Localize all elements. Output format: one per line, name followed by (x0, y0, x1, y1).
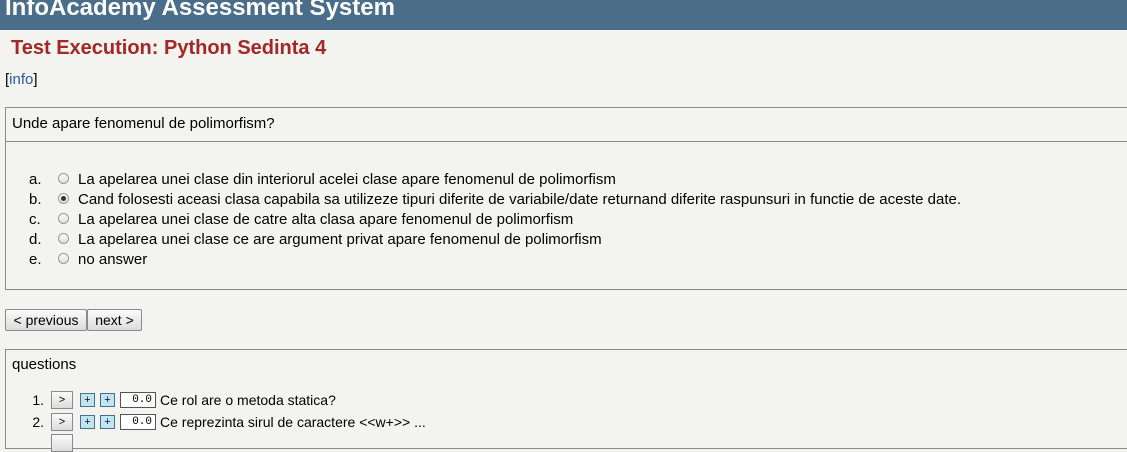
question-list-item: 2. > + + 0.0 Ce reprezinta sirul de cara… (6, 413, 606, 431)
radio-button-b[interactable] (58, 193, 69, 204)
answer-text: La apelarea unei clase din interiorul ac… (78, 171, 616, 188)
answer-text: La apelarea unei clase ce are argument p… (78, 231, 602, 248)
next-button[interactable]: next > (87, 309, 142, 331)
info-link[interactable]: info (9, 71, 33, 88)
plus-icon[interactable]: + (100, 415, 115, 429)
question-list-item (6, 434, 606, 452)
plus-icon[interactable]: + (80, 393, 95, 407)
answer-letter: d. (29, 231, 42, 248)
page-title: Test Execution: Python Sedinta 4 (11, 37, 327, 59)
question-number: 1. (32, 392, 44, 408)
question-number: 2. (32, 414, 44, 430)
question-list-item: 1. > + + 0.0 Ce rol are o metoda statica… (6, 391, 606, 409)
app-header: InfoAcademy Assessment System (0, 0, 1127, 30)
go-to-question-button[interactable]: > (51, 413, 73, 431)
info-line: [info] (5, 71, 38, 88)
answer-letter: b. (29, 191, 42, 208)
radio-button-c[interactable] (58, 213, 69, 224)
question-panel: Unde apare fenomenul de polimorfism? a. … (5, 107, 1127, 290)
question-title: Ce rol are o metoda statica? (160, 392, 336, 408)
radio-button-d[interactable] (58, 233, 69, 244)
app-title: InfoAcademy Assessment System (5, 0, 395, 21)
question-text: Unde apare fenomenul de polimorfism? (12, 115, 275, 132)
answer-letter: c. (29, 211, 41, 228)
radio-button-e[interactable] (58, 253, 69, 264)
question-score: 0.0 (120, 392, 156, 408)
info-bracket-close: ] (33, 71, 38, 88)
answer-letter: e. (29, 251, 42, 268)
plus-icon[interactable]: + (100, 393, 115, 407)
questions-panel-title: questions (12, 356, 77, 373)
answer-letter: a. (29, 171, 42, 188)
questions-panel: questions 1. > + + 0.0 Ce rol are o meto… (5, 349, 1127, 452)
go-to-question-button[interactable]: > (51, 391, 73, 409)
previous-button[interactable]: < previous (5, 309, 87, 331)
answer-text: no answer (78, 251, 148, 268)
plus-icon[interactable]: + (80, 415, 95, 429)
question-score: 0.0 (120, 414, 156, 430)
answer-text: La apelarea unei clase de catre alta cla… (78, 211, 574, 228)
answer-text: Cand folosesti aceasi clasa capabila sa … (78, 191, 962, 208)
radio-button-a[interactable] (58, 173, 69, 184)
question-title: Ce reprezinta sirul de caractere <<w+>> … (160, 414, 426, 430)
question-divider (6, 141, 1127, 142)
go-to-question-button[interactable] (51, 434, 73, 452)
